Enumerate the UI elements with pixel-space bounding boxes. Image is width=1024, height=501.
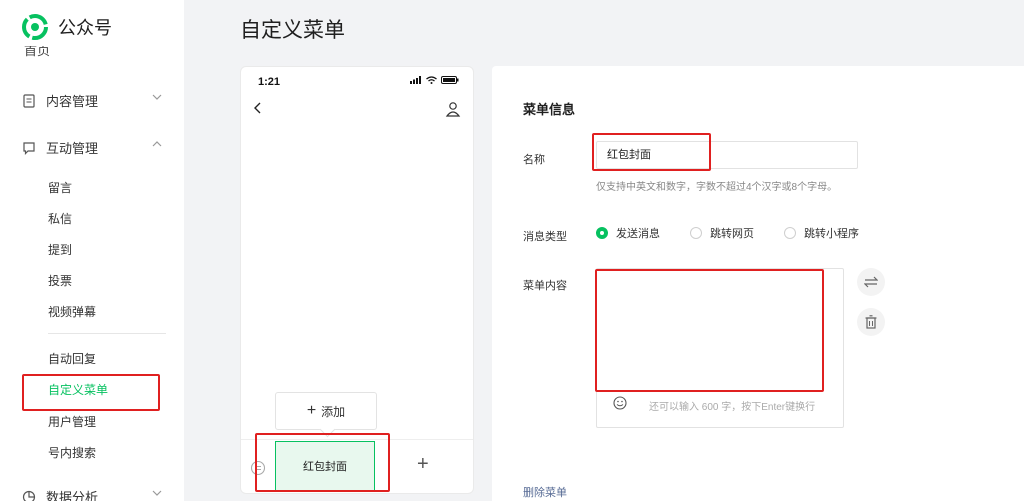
chevron-down-icon <box>152 94 162 100</box>
sidebar-item-video-danmaku[interactable]: 视频弹幕 <box>48 303 96 320</box>
add-submenu-button[interactable]: + 添加 <box>275 392 377 430</box>
plus-icon: + <box>306 402 317 419</box>
nav-partial-item[interactable]: 首页 <box>24 46 84 58</box>
sidebar-item-user-management[interactable]: 用户管理 <box>48 413 96 430</box>
sidebar-item-account-search[interactable]: 号内搜索 <box>48 444 96 461</box>
keyboard-icon[interactable] <box>250 460 266 476</box>
nav-data-analysis[interactable]: 数据分析 <box>22 487 162 501</box>
section-title: 菜单信息 <box>523 102 576 117</box>
delete-menu-link[interactable]: 删除菜单 <box>523 484 567 500</box>
menu-name-input[interactable]: 红包封面 <box>596 141 858 169</box>
document-icon <box>23 93 35 108</box>
add-submenu-label: 添加 <box>321 404 346 419</box>
wechat-mp-logo-icon <box>22 14 48 40</box>
trash-icon <box>865 315 877 329</box>
msg-type-label: 消息类型 <box>523 231 567 243</box>
sidebar-item-votes[interactable]: 投票 <box>48 272 72 289</box>
content-label: 菜单内容 <box>523 280 567 292</box>
app-name: 公众号 <box>58 18 112 38</box>
radio-unchecked-icon <box>690 227 702 239</box>
chevron-down-icon <box>152 490 162 496</box>
swap-button[interactable] <box>857 268 885 296</box>
emoji-icon[interactable] <box>613 396 627 410</box>
sidebar-item-comments[interactable]: 留言 <box>48 179 72 196</box>
nav-content-management[interactable]: 内容管理 <box>22 91 162 110</box>
radio-unchecked-icon <box>784 227 796 239</box>
phone-preview: 1:21 + 添加 红包封面 + <box>240 66 474 494</box>
chat-icon <box>23 141 35 155</box>
radio-send-message[interactable]: 发送消息 <box>596 225 660 241</box>
msg-type-radio-group: 发送消息 跳转网页 跳转小程序 <box>596 225 889 241</box>
nav-partial-label: 首页 <box>24 46 51 58</box>
signal-icon <box>410 76 421 84</box>
remaining-chars: 还可以输入 600 字，按下Enter键换行 <box>649 402 816 413</box>
radio-label: 跳转小程序 <box>804 228 859 240</box>
menu-item-label: 红包封面 <box>303 461 347 473</box>
battery-icon <box>441 76 459 84</box>
name-hint: 仅支持中英文和数字，字数不超过4个汉字或8个字母。 <box>596 182 838 193</box>
user-profile-icon[interactable] <box>445 101 461 117</box>
add-menu-plus-icon[interactable]: + <box>417 453 429 476</box>
page-title: 自定义菜单 <box>240 19 345 42</box>
sidebar-divider <box>48 333 166 334</box>
nav-label: 数据分析 <box>46 490 99 501</box>
radio-checked-icon <box>596 227 608 239</box>
sidebar-item-mentions[interactable]: 提到 <box>48 241 72 258</box>
wifi-icon <box>426 76 437 84</box>
nav-label: 内容管理 <box>46 94 99 109</box>
menu-item-red-envelope[interactable]: 红包封面 <box>275 441 375 491</box>
chevron-up-icon <box>152 141 162 147</box>
phone-status-bar <box>410 76 459 84</box>
sidebar-item-custom-menu[interactable]: 自定义菜单 <box>48 381 108 398</box>
delete-content-button[interactable] <box>857 308 885 336</box>
nav-label: 互动管理 <box>46 141 99 156</box>
radio-jump-webpage[interactable]: 跳转网页 <box>690 225 754 241</box>
phone-menu-divider <box>241 439 473 440</box>
name-label: 名称 <box>523 154 545 166</box>
sidebar: 公众号 首页 内容管理 互动管理 留言 私信 提到 投票 视频弹幕 自动回复 自… <box>0 0 184 501</box>
nav-interaction-management[interactable]: 互动管理 <box>22 138 162 157</box>
back-arrow-icon[interactable] <box>251 101 265 115</box>
sidebar-item-auto-reply[interactable]: 自动回复 <box>48 350 96 367</box>
radio-jump-miniprogram[interactable]: 跳转小程序 <box>784 225 859 241</box>
pie-chart-icon <box>22 490 36 501</box>
phone-time: 1:21 <box>258 76 281 88</box>
menu-editor-panel: 菜单信息 名称 红包封面 仅支持中英文和数字，字数不超过4个汉字或8个字母。 消… <box>492 66 1024 501</box>
sidebar-item-messages[interactable]: 私信 <box>48 210 72 227</box>
menu-content-textarea[interactable]: 还可以输入 600 字，按下Enter键换行 <box>596 268 844 428</box>
swap-arrows-icon <box>864 276 878 288</box>
radio-label: 跳转网页 <box>710 228 754 240</box>
radio-label: 发送消息 <box>616 228 660 240</box>
app-logo[interactable]: 公众号 <box>22 14 112 40</box>
